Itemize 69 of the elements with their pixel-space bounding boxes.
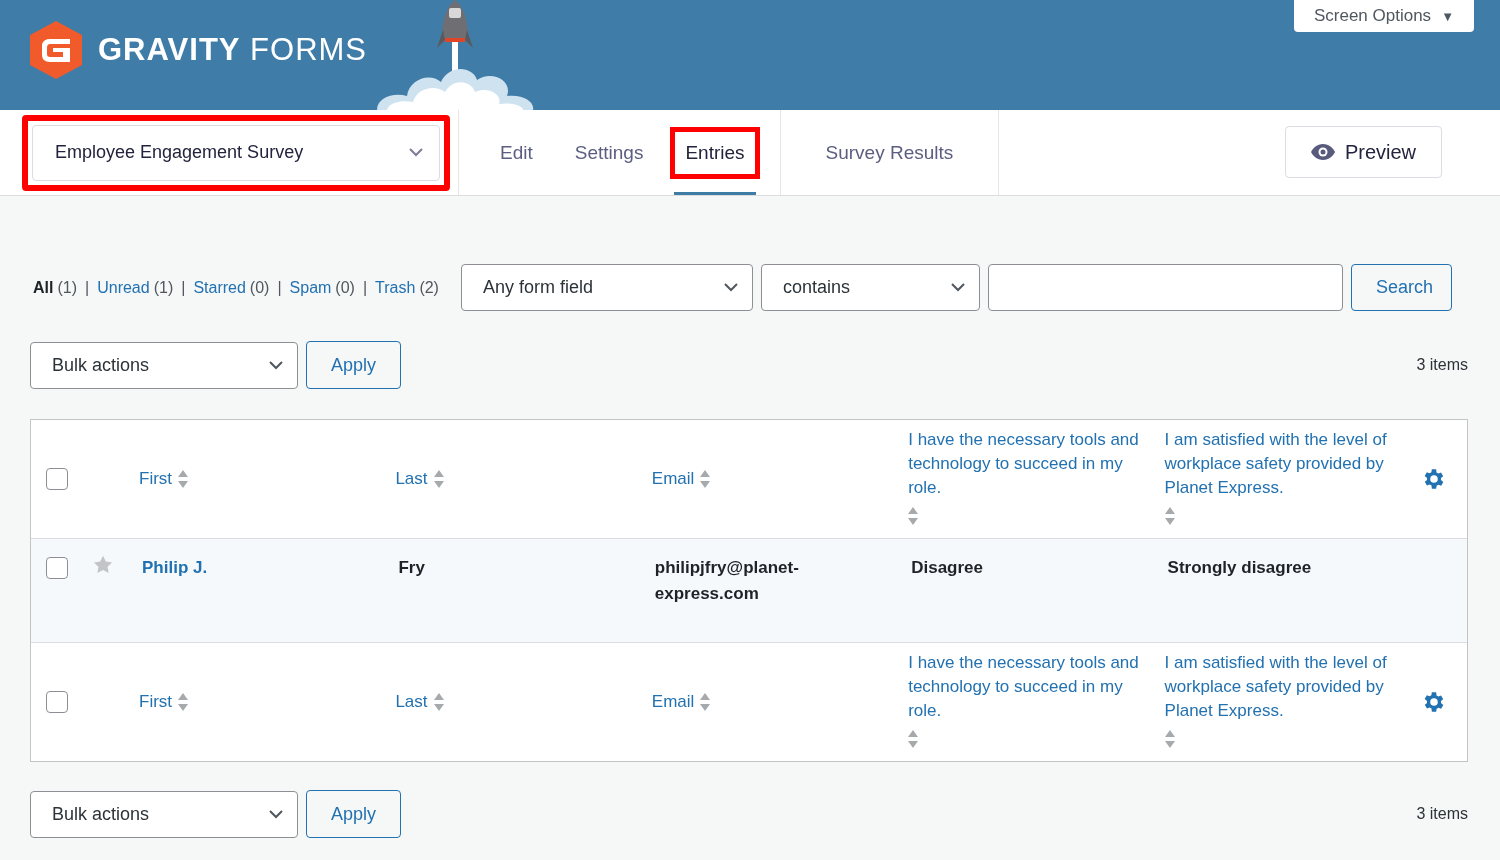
column-header[interactable]: Email — [651, 690, 909, 714]
apply-button[interactable]: Apply — [306, 341, 401, 389]
item-count: 3 items — [1416, 805, 1468, 823]
column-header[interactable]: I have the necessary tools and technology to succeed in my role. — [908, 428, 1165, 526]
sort-icon — [433, 469, 444, 489]
sort-icon — [1164, 506, 1175, 526]
brand-name: GRAVITY FORMS — [98, 32, 368, 68]
filter-count: (0) — [335, 278, 355, 297]
sort-icon — [433, 692, 444, 712]
search-input[interactable] — [987, 264, 1343, 311]
star-icon[interactable] — [93, 555, 113, 574]
sort-icon — [178, 469, 189, 489]
filter-count: (1) — [153, 278, 174, 297]
column-header[interactable]: First — [139, 467, 396, 491]
table-cell-text: Disagree — [910, 557, 984, 579]
table-cell-text: philipjfry@planet-express.com — [653, 557, 800, 605]
apply-button[interactable]: Apply — [306, 790, 401, 838]
chevron-down-icon — [950, 283, 965, 292]
logo-icon — [28, 20, 84, 80]
sort-icon — [700, 469, 711, 489]
separator: | — [362, 278, 368, 297]
field-select[interactable]: Any form field — [460, 264, 753, 311]
tab[interactable]: Settings — [559, 126, 659, 179]
tab[interactable]: Edit — [485, 126, 548, 179]
sort-icon — [908, 506, 919, 526]
form-selector[interactable]: Employee Engagement Survey — [32, 124, 440, 181]
sort-icon — [908, 729, 919, 749]
table-cell-text: Strongly disagree — [1166, 557, 1313, 579]
column-header[interactable]: I have the necessary tools and technology to succeed in my role. — [908, 651, 1165, 749]
column-header[interactable]: First — [139, 690, 396, 714]
column-header[interactable]: Email — [651, 467, 909, 491]
column-header[interactable]: I am satisfied with the level of workplace safety provided by Planet Express. — [1164, 428, 1421, 526]
status-filter-link[interactable]: Trash — [375, 278, 416, 297]
status-filter-link[interactable]: All — [33, 278, 54, 297]
entry-link[interactable]: Philip J. — [139, 555, 396, 581]
status-filter-link[interactable]: Spam — [289, 278, 332, 297]
table-cell-text: Fry — [397, 557, 426, 579]
bulk-actions-select[interactable]: Bulk actions — [30, 341, 298, 389]
column-header[interactable]: Last — [395, 690, 652, 714]
dropdown-arrow: ▼ — [1441, 8, 1454, 24]
filter-count: (2) — [419, 278, 439, 297]
sort-icon — [700, 692, 711, 712]
tab[interactable]: Entries — [670, 126, 760, 179]
chevron-down-icon — [723, 283, 738, 292]
chevron-down-icon — [409, 148, 423, 157]
column-header[interactable]: I am satisfied with the level of workplace safety provided by Planet Express. — [1164, 651, 1421, 749]
separator: | — [85, 278, 90, 297]
status-filter-link[interactable]: Unread — [97, 278, 150, 297]
search-button[interactable]: Search — [1350, 264, 1452, 311]
sort-icon — [1164, 729, 1175, 749]
chevron-down-icon — [269, 360, 283, 370]
checkbox[interactable] — [46, 691, 68, 713]
column-header[interactable]: Last — [395, 467, 652, 491]
sort-icon — [178, 692, 189, 712]
item-count: 3 items — [1416, 356, 1468, 374]
bulk-actions-select[interactable]: Bulk actions — [30, 790, 298, 838]
separator: | — [277, 278, 282, 297]
filter-count: (0) — [249, 278, 270, 297]
operator-select[interactable]: contains — [760, 264, 980, 311]
eye-icon — [1310, 144, 1335, 160]
screen-options-button[interactable]: Screen Options ▼ — [1293, 0, 1474, 32]
chevron-down-icon — [269, 809, 283, 819]
checkbox[interactable] — [46, 468, 68, 490]
tab[interactable]: Survey Results — [810, 126, 969, 179]
preview-button[interactable]: Preview — [1285, 126, 1442, 178]
checkbox[interactable] — [46, 557, 68, 579]
filter-count: (1) — [57, 278, 77, 297]
separator: | — [181, 278, 186, 297]
status-filter-link[interactable]: Starred — [193, 278, 246, 297]
